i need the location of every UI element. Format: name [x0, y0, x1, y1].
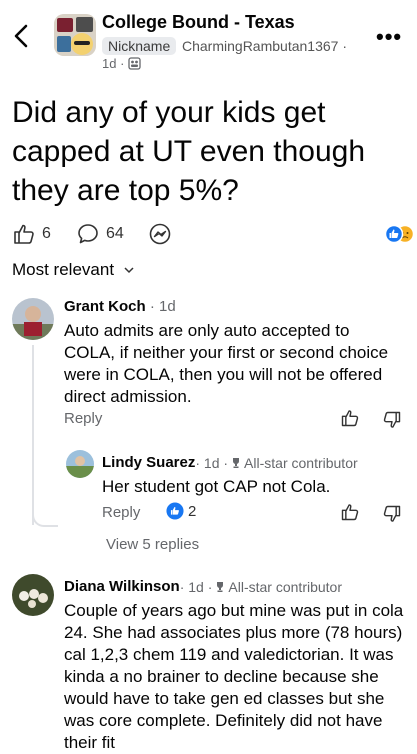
commenter-name[interactable]: Diana Wilkinson: [64, 578, 180, 595]
like-reaction-icon: [166, 502, 184, 520]
like-thumb-icon: [341, 410, 359, 427]
avatar-photo: [12, 298, 54, 340]
sort-label: Most relevant: [12, 260, 115, 279]
reply-button[interactable]: Reply: [102, 504, 140, 521]
group-avatar[interactable]: [54, 14, 96, 56]
comment-header: Diana Wilkinson · 1d · All-star contribu…: [64, 578, 342, 595]
thread-curve: [32, 505, 58, 527]
messenger-icon: [149, 223, 171, 245]
comment-time: · 1d: [145, 298, 176, 315]
avatar[interactable]: [66, 450, 94, 478]
reply-button[interactable]: Reply: [64, 410, 102, 427]
trophy-icon: [217, 581, 224, 592]
comment-dislike-button[interactable]: [382, 410, 402, 430]
chevron-down-icon: [124, 267, 134, 274]
reaction-summary[interactable]: [384, 224, 416, 249]
dislike-thumb-icon: [383, 505, 401, 522]
sort-dropdown[interactable]: Most relevant: [12, 260, 135, 280]
comment-text: Her student got CAP not Cola.: [102, 477, 331, 496]
dislike-thumb-icon: [383, 411, 401, 428]
comment-text: Auto admits are only auto accepted to CO…: [64, 321, 389, 406]
avatar-photo: [12, 574, 54, 616]
nickname-badge: Nickname: [102, 37, 177, 55]
avatar-photo: [66, 450, 94, 478]
commenter-name[interactable]: Lindy Suarez: [102, 454, 195, 471]
reaction-count: 2: [188, 502, 197, 520]
commenter-name[interactable]: Grant Koch: [64, 298, 146, 315]
trophy-icon: [233, 457, 240, 468]
group-name[interactable]: College Bound - Texas: [102, 12, 295, 33]
more-options-button[interactable]: •••: [376, 24, 402, 50]
comment-text: Couple of years ago but mine was put in …: [64, 601, 404, 752]
like-thumb-icon: [14, 224, 34, 244]
comment-count: 64: [106, 225, 124, 242]
group-avatar-image: [54, 14, 96, 56]
avatar[interactable]: [12, 574, 54, 616]
all-star-badge: All-star contributor: [228, 578, 342, 595]
like-button[interactable]: 6: [12, 222, 51, 246]
comment-like-button[interactable]: [340, 502, 360, 522]
comment-time: · 1d ·: [179, 578, 213, 595]
back-chevron-icon: [14, 24, 28, 48]
comment-like-button[interactable]: [340, 408, 360, 428]
back-button[interactable]: [8, 20, 36, 52]
post-time: 1d ·: [102, 56, 125, 71]
post-title: Did any of your kids get capped at UT ev…: [12, 96, 366, 207]
like-thumb-icon: [341, 504, 359, 521]
audience-group-icon: [128, 57, 141, 70]
all-star-badge: All-star contributor: [244, 454, 358, 471]
post-meta: 1d ·: [102, 56, 141, 71]
like-count: 6: [42, 225, 51, 242]
share-messenger-button[interactable]: [148, 222, 172, 246]
comment-time: · 1d ·: [195, 454, 229, 471]
comment-button[interactable]: 64: [76, 222, 124, 246]
comment-dislike-button[interactable]: [382, 504, 402, 524]
comment-header: Grant Koch · 1d: [64, 298, 176, 316]
more-dots-icon: •••: [376, 24, 403, 49]
view-replies-link[interactable]: View 5 replies: [106, 536, 199, 553]
comment-bubble-icon: [78, 224, 98, 244]
reaction-icons: [384, 224, 415, 244]
avatar[interactable]: [12, 298, 54, 340]
reply-reaction-count[interactable]: 2: [166, 502, 196, 520]
post-author[interactable]: CharmingRambutan1367 ·: [182, 38, 347, 54]
thread-line: [32, 345, 34, 525]
reply-header: Lindy Suarez · 1d · All-star contributor: [102, 454, 358, 471]
